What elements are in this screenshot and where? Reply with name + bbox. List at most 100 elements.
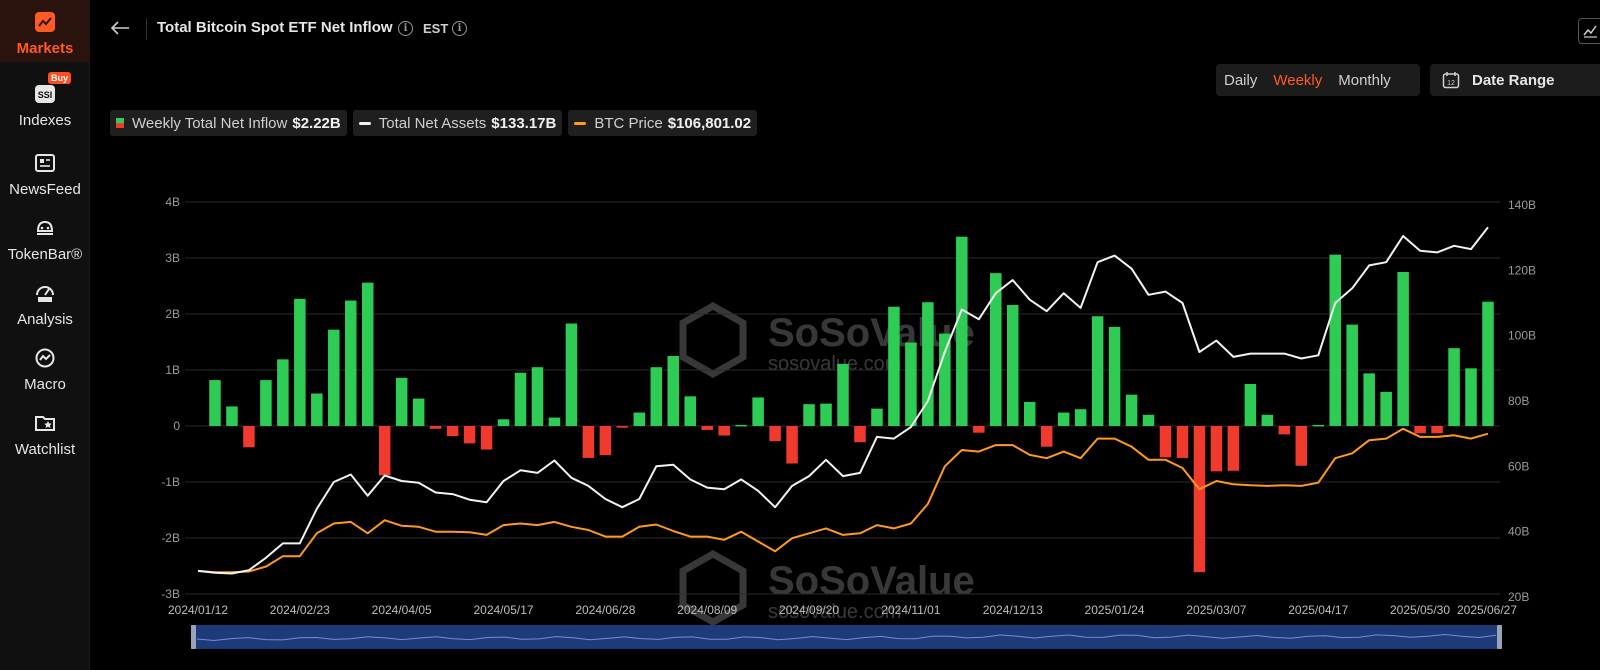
inflow-bar bbox=[463, 426, 476, 444]
inflow-bar bbox=[1261, 414, 1274, 426]
left-axis-tick-label: -1B bbox=[161, 475, 180, 489]
inflow-bar bbox=[429, 426, 442, 429]
inflow-bar bbox=[1108, 326, 1121, 426]
inflow-bar bbox=[328, 329, 340, 426]
inflow-bar bbox=[395, 377, 408, 426]
inflow-bar bbox=[446, 426, 459, 437]
inflow-bar bbox=[1244, 384, 1257, 426]
inflow-bar bbox=[1159, 426, 1172, 458]
inflow-bar bbox=[599, 426, 612, 456]
inflow-bar bbox=[684, 396, 696, 426]
inflow-bar bbox=[361, 282, 374, 426]
inflow-bar bbox=[718, 426, 730, 436]
range-navigator[interactable] bbox=[191, 625, 1502, 649]
inflow-bar bbox=[820, 403, 832, 426]
x-axis-tick-label: 2024/04/05 bbox=[372, 603, 432, 617]
inflow-bar bbox=[260, 380, 272, 426]
btc-price-line bbox=[197, 427, 1489, 574]
x-axis-tick-label: 2025/04/17 bbox=[1288, 603, 1348, 617]
inflow-bar bbox=[1295, 426, 1308, 466]
inflow-bar bbox=[226, 406, 238, 426]
inflow-bar bbox=[1414, 426, 1426, 434]
inflow-bar bbox=[735, 424, 747, 427]
inflow-bar bbox=[956, 236, 968, 426]
watermark-domain: sosovalue.com bbox=[768, 353, 901, 375]
inflow-bar bbox=[1006, 305, 1019, 426]
inflow-bar bbox=[837, 363, 849, 426]
right-axis-tick-label: 100B bbox=[1508, 329, 1536, 343]
inflow-bar bbox=[650, 367, 663, 426]
inflow-bar bbox=[345, 300, 357, 426]
inflow-bar bbox=[769, 426, 781, 442]
inflow-bar bbox=[565, 323, 578, 426]
x-axis-tick-label: 2025/05/30 bbox=[1390, 603, 1450, 617]
x-axis-tick-label: 2024/06/28 bbox=[575, 603, 635, 617]
x-axis-tick-label: 2024/09/20 bbox=[779, 603, 839, 617]
x-axis-tick-label: 2024/12/13 bbox=[983, 603, 1043, 617]
x-axis-tick-label: 2024/01/12 bbox=[168, 603, 228, 617]
right-axis: 20B 40B 60B 80B 100B 120B 140B bbox=[1508, 198, 1536, 604]
inflow-bar bbox=[871, 408, 883, 426]
inflow-bar bbox=[311, 393, 323, 426]
inflow-bar bbox=[277, 359, 289, 426]
left-axis-tick-label: 0 bbox=[173, 419, 180, 433]
inflow-bar bbox=[990, 273, 1002, 426]
inflow-bar bbox=[243, 426, 255, 448]
inflow-bar bbox=[1278, 426, 1291, 435]
left-axis-tick-label: 3B bbox=[165, 251, 180, 265]
inflow-bar bbox=[616, 426, 629, 428]
left-axis-tick-label: -2B bbox=[161, 531, 180, 545]
inflow-bar bbox=[1023, 401, 1036, 426]
right-axis-tick-label: 40B bbox=[1508, 525, 1529, 539]
x-axis-tick-label: 2025/03/07 bbox=[1186, 603, 1246, 617]
inflow-bar bbox=[1363, 373, 1375, 426]
left-axis-tick-label: 1B bbox=[165, 363, 180, 377]
inflow-bar bbox=[1210, 426, 1223, 472]
right-axis-tick-label: 80B bbox=[1508, 394, 1529, 408]
inflow-bar bbox=[531, 367, 544, 426]
inflow-bar bbox=[888, 306, 900, 426]
inflow-bar bbox=[582, 426, 595, 458]
left-axis-tick-label: 2B bbox=[165, 307, 180, 321]
right-axis-tick-label: 60B bbox=[1508, 459, 1529, 473]
x-axis-tick-label: 2024/05/17 bbox=[473, 603, 533, 617]
inflow-bar bbox=[1142, 414, 1155, 426]
inflow-bar bbox=[1040, 426, 1053, 447]
x-axis-tick-label: 2025/06/27 bbox=[1457, 603, 1517, 617]
inflow-chart[interactable]: SoSoValuesosovalue.comSoSoValuesosovalue… bbox=[0, 0, 1600, 670]
inflow-bar bbox=[294, 298, 306, 426]
inflow-bar bbox=[973, 426, 985, 433]
inflow-bar bbox=[412, 398, 425, 426]
inflow-bar bbox=[497, 419, 510, 426]
inflow-bar bbox=[1057, 412, 1070, 426]
watermark-hexagon bbox=[679, 301, 747, 379]
left-axis-tick-label: -3B bbox=[161, 587, 180, 601]
inflow-bar bbox=[209, 380, 221, 426]
inflow-bar bbox=[1227, 426, 1240, 471]
x-axis-tick-label: 2024/02/23 bbox=[270, 603, 330, 617]
inflow-bar bbox=[752, 397, 764, 426]
inflow-bar bbox=[939, 333, 951, 426]
inflow-bar bbox=[854, 426, 866, 443]
inflow-bar bbox=[1176, 426, 1189, 458]
inflow-bar bbox=[514, 372, 527, 426]
inflow-bars bbox=[209, 236, 1494, 573]
inflow-bar bbox=[378, 426, 391, 476]
inflow-bar bbox=[1431, 426, 1443, 434]
inflow-bar bbox=[1380, 391, 1392, 426]
inflow-bar bbox=[633, 412, 646, 426]
inflow-bar bbox=[480, 426, 493, 450]
inflow-bar bbox=[1448, 348, 1460, 426]
right-axis-tick-label: 120B bbox=[1508, 263, 1536, 277]
navigator-handle-right bbox=[1497, 625, 1502, 649]
inflow-bar bbox=[1091, 316, 1104, 426]
inflow-bar bbox=[1482, 301, 1494, 426]
inflow-bar bbox=[1074, 409, 1087, 426]
inflow-bar bbox=[905, 342, 917, 426]
inflow-bar bbox=[1346, 324, 1358, 426]
right-axis-tick-label: 140B bbox=[1508, 198, 1536, 212]
x-axis-tick-label: 2024/08/09 bbox=[677, 603, 737, 617]
navigator-handle-left bbox=[191, 625, 196, 649]
inflow-bar bbox=[786, 426, 798, 464]
inflow-bar bbox=[1397, 272, 1409, 426]
